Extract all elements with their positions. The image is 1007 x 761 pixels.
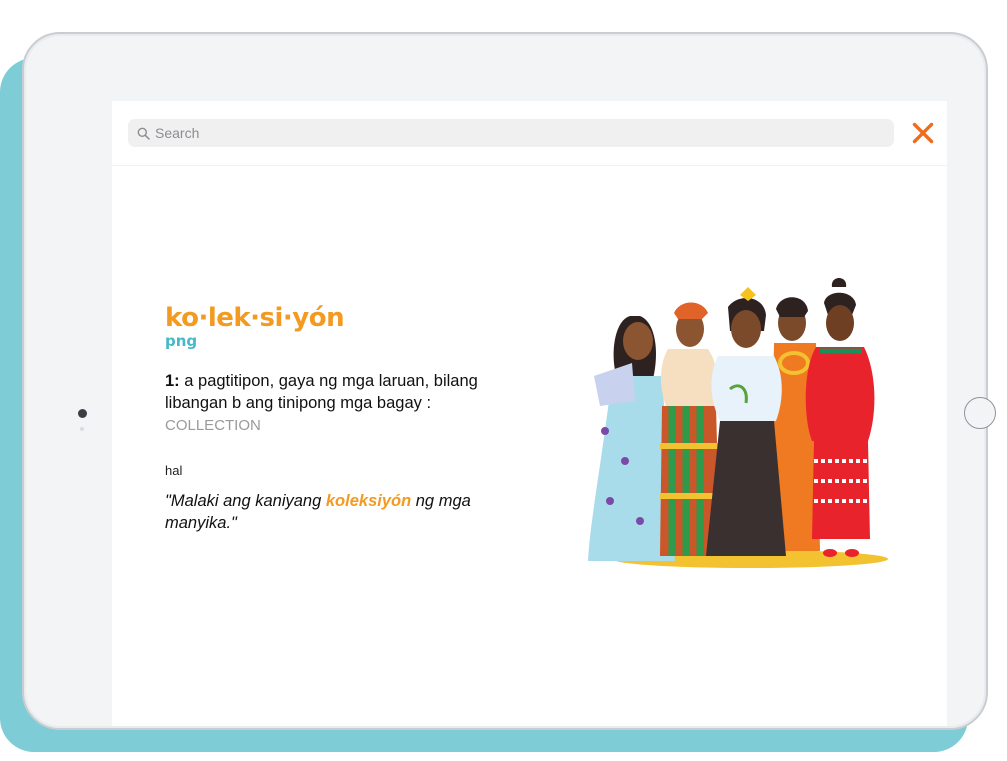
home-button[interactable]: [964, 397, 996, 429]
part-of-speech: png: [165, 332, 198, 350]
tablet-frame: ko·lek·si·yón png 1: a pagtitipon, gaya …: [22, 32, 996, 730]
cross-reference[interactable]: COLLECTION: [165, 417, 261, 434]
example-before: "Malaki ang kaniyang: [165, 492, 326, 510]
search-icon: [137, 127, 150, 140]
woman-3: [706, 287, 786, 556]
header-divider: [112, 165, 947, 166]
women-illustration: [588, 278, 888, 568]
definition-text: a pagtitipon, gaya ng mga laruan, bilang…: [165, 372, 478, 412]
dictionary-screen: ko·lek·si·yón png 1: a pagtitipon, gaya …: [112, 101, 947, 726]
search-input[interactable]: [155, 125, 855, 141]
search-bar[interactable]: [128, 119, 894, 147]
dictionary-entry: ko·lek·si·yón png 1: a pagtitipon, gaya …: [165, 302, 525, 534]
close-button[interactable]: [908, 118, 938, 148]
camera-sensor: [80, 427, 84, 431]
headword: ko·lek·si·yón: [165, 303, 345, 333]
woman-5: [805, 278, 875, 557]
example-label: hal: [165, 463, 183, 478]
example-keyword: koleksiyón: [325, 492, 412, 510]
definition-number: 1:: [165, 372, 180, 390]
definition: 1: a pagtitipon, gaya ng mga laruan, bil…: [165, 370, 525, 437]
close-icon: [912, 122, 934, 144]
example-sentence: "Malaki ang kaniyang koleksiyón ng mga m…: [165, 490, 525, 534]
front-camera: [78, 409, 87, 418]
